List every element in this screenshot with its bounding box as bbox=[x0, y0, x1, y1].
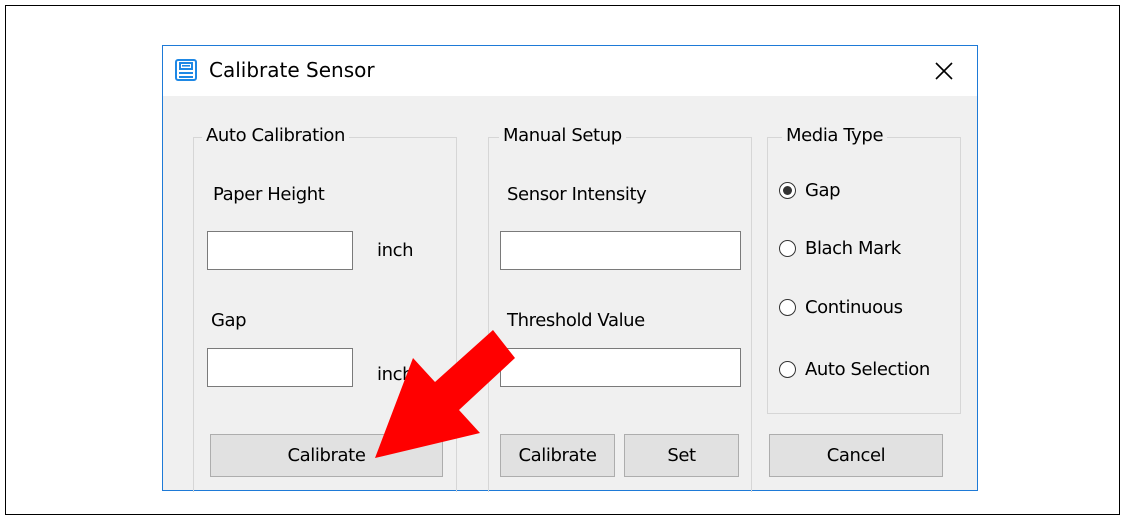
paper-height-unit: inch bbox=[377, 240, 414, 261]
media-option-gap[interactable]: Gap bbox=[779, 180, 841, 201]
media-option-continuous[interactable]: Continuous bbox=[779, 297, 903, 318]
printer-app-icon bbox=[175, 59, 197, 81]
window-title: Calibrate Sensor bbox=[209, 58, 375, 82]
calibrate-sensor-dialog: Calibrate Sensor Auto Calibration Paper … bbox=[162, 45, 978, 492]
media-type-legend: Media Type bbox=[782, 125, 888, 146]
threshold-value-input[interactable] bbox=[500, 348, 741, 387]
cancel-button[interactable]: Cancel bbox=[769, 434, 943, 477]
title-bar: Calibrate Sensor bbox=[163, 46, 977, 96]
close-button[interactable] bbox=[911, 46, 977, 96]
media-option-label: Gap bbox=[805, 180, 841, 201]
gap-unit: inch bbox=[377, 364, 414, 385]
gap-input[interactable] bbox=[207, 348, 353, 387]
manual-setup-legend: Manual Setup bbox=[499, 125, 626, 146]
radio-button-checked[interactable] bbox=[779, 182, 796, 199]
media-option-label: Auto Selection bbox=[805, 359, 930, 380]
media-option-black-mark[interactable]: Blach Mark bbox=[779, 238, 901, 259]
threshold-value-label: Threshold Value bbox=[507, 310, 645, 331]
auto-calibration-legend: Auto Calibration bbox=[202, 125, 350, 146]
paper-height-label: Paper Height bbox=[213, 184, 325, 205]
radio-button[interactable] bbox=[779, 240, 796, 257]
sensor-intensity-label: Sensor Intensity bbox=[507, 184, 647, 205]
radio-button[interactable] bbox=[779, 299, 796, 316]
set-button[interactable]: Set bbox=[624, 434, 739, 477]
media-option-label: Continuous bbox=[805, 297, 903, 318]
close-icon bbox=[935, 62, 953, 80]
sensor-intensity-input[interactable] bbox=[500, 231, 741, 270]
media-option-label: Blach Mark bbox=[805, 238, 901, 259]
radio-button[interactable] bbox=[779, 361, 796, 378]
auto-calibrate-button[interactable]: Calibrate bbox=[210, 434, 443, 477]
gap-label: Gap bbox=[211, 310, 247, 331]
media-option-auto-selection[interactable]: Auto Selection bbox=[779, 359, 930, 380]
manual-calibrate-button[interactable]: Calibrate bbox=[500, 434, 615, 477]
paper-height-input[interactable] bbox=[207, 231, 353, 270]
